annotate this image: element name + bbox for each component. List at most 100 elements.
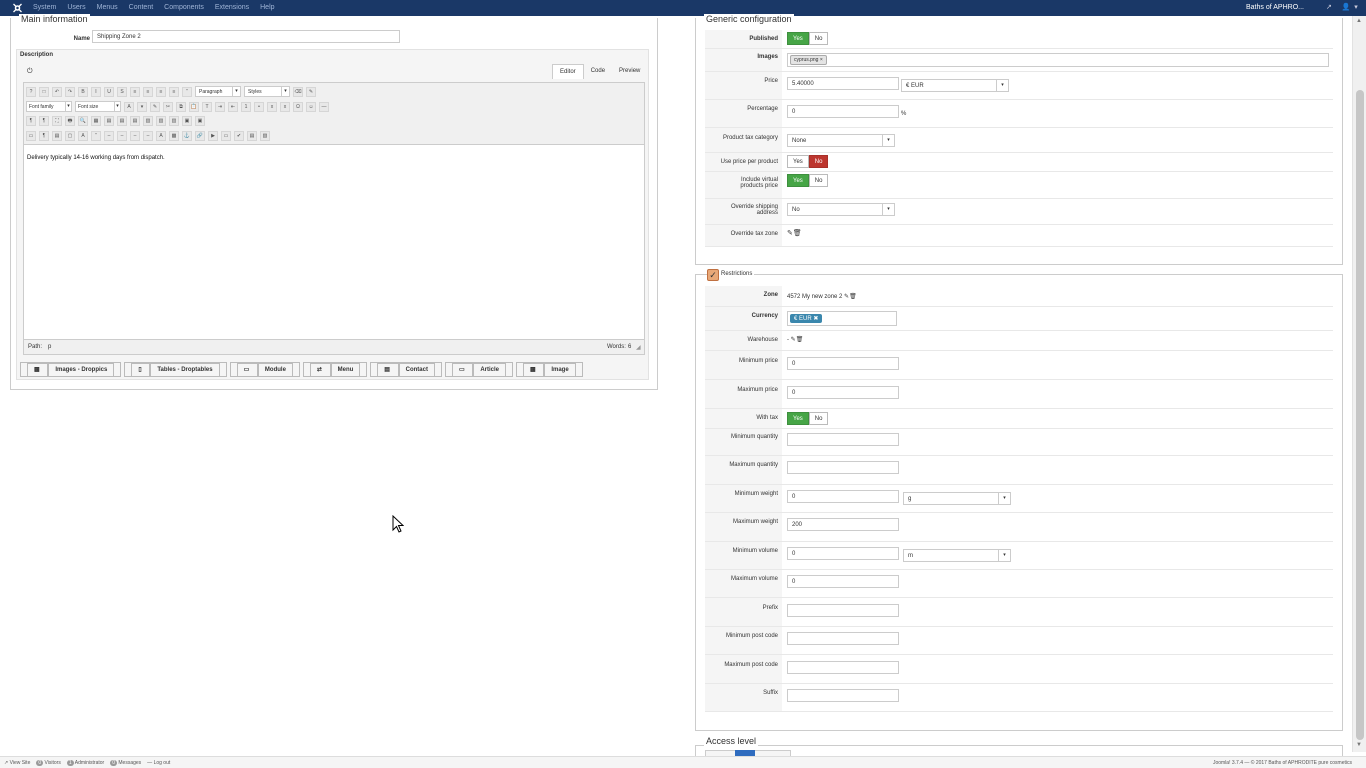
- view-site-link[interactable]: ↗ View Site: [4, 760, 30, 766]
- user-icon[interactable]: 👤: [1342, 4, 1351, 11]
- images-field[interactable]: [787, 53, 1329, 67]
- row-after-icon[interactable]: ▤: [117, 116, 127, 126]
- max-price-input[interactable]: 0: [787, 386, 899, 399]
- menu-help[interactable]: Help: [260, 4, 274, 11]
- bold-icon[interactable]: B: [78, 86, 88, 97]
- col-after-icon[interactable]: ▥: [156, 116, 166, 126]
- align-right-icon[interactable]: ≡: [169, 86, 179, 97]
- redo-icon[interactable]: ↷: [65, 86, 75, 97]
- resize-handle-icon[interactable]: ◢: [636, 344, 641, 351]
- copy-icon[interactable]: ⧉: [176, 101, 186, 112]
- media-icon[interactable]: ▶: [208, 131, 218, 141]
- preview-icon[interactable]: ▧: [260, 131, 270, 141]
- external-link-icon[interactable]: ↗: [1326, 4, 1332, 11]
- font-family-select[interactable]: Font family ▾: [26, 101, 72, 112]
- trash-icon[interactable]: 🗑: [849, 294, 857, 300]
- price-input[interactable]: 5.40000: [787, 77, 899, 90]
- use-price-yes-button[interactable]: Yes: [787, 155, 809, 168]
- bg-color-icon[interactable]: ▾: [137, 101, 147, 112]
- print-icon[interactable]: 🖶: [65, 116, 75, 126]
- image-icon[interactable]: ▩: [169, 131, 179, 141]
- highlight-icon[interactable]: ✎: [150, 101, 160, 112]
- path-value[interactable]: p: [48, 344, 51, 350]
- menu-system[interactable]: System: [33, 4, 56, 11]
- delete-row-icon[interactable]: ▤: [130, 116, 140, 126]
- italic-icon[interactable]: I: [91, 86, 101, 97]
- indent-icon[interactable]: ⇥: [215, 101, 225, 112]
- merge-cells-icon[interactable]: ▣: [182, 116, 192, 126]
- strike-icon[interactable]: S: [117, 86, 127, 97]
- fullscreen-icon[interactable]: ⛶: [52, 116, 62, 126]
- split-cells-icon[interactable]: ▣: [195, 116, 205, 126]
- ins-icon[interactable]: –: [143, 131, 153, 141]
- name-input[interactable]: Shipping Zone 2: [92, 30, 400, 43]
- table-icon[interactable]: ▦: [91, 116, 101, 126]
- max-qty-input[interactable]: [787, 461, 899, 474]
- scroll-up-arrow-icon[interactable]: ▲: [1356, 18, 1362, 24]
- abbr-icon[interactable]: –: [104, 131, 114, 141]
- menu-users[interactable]: Users: [67, 4, 85, 11]
- with-tax-no-button[interactable]: No: [808, 412, 829, 425]
- pagebreak-icon[interactable]: ▭: [221, 131, 231, 141]
- cut-icon[interactable]: ✂: [163, 101, 173, 112]
- override-address-select[interactable]: No ▾: [787, 203, 895, 216]
- published-yes-button[interactable]: Yes: [787, 32, 809, 45]
- spellcheck-icon[interactable]: ✔: [234, 131, 244, 141]
- max-weight-input[interactable]: 200: [787, 518, 899, 531]
- emoticon-icon[interactable]: ☺: [306, 101, 316, 112]
- max-post-input[interactable]: [787, 661, 899, 674]
- paste-text-icon[interactable]: T: [202, 101, 212, 112]
- text-color-icon[interactable]: A: [124, 101, 134, 112]
- undo-icon[interactable]: ↶: [52, 86, 62, 97]
- trash-icon[interactable]: 🗑: [793, 230, 802, 237]
- trash-icon[interactable]: 🗑: [796, 337, 804, 343]
- del-icon[interactable]: –: [130, 131, 140, 141]
- align-justify-icon[interactable]: ≡: [130, 86, 140, 97]
- anchor-icon[interactable]: ⚓: [182, 131, 192, 141]
- format-select[interactable]: Paragraph ▾: [195, 86, 241, 97]
- image-button[interactable]: ▩ Image: [516, 362, 583, 377]
- scrollbar-thumb[interactable]: [1356, 90, 1364, 740]
- editor-content[interactable]: Delivery typically 14-16 working days fr…: [27, 155, 165, 161]
- tab-preview[interactable]: Preview: [612, 64, 647, 79]
- power-icon[interactable]: ⏻: [27, 68, 33, 76]
- scroll-down-arrow-icon[interactable]: ▼: [1356, 742, 1362, 748]
- page-scrollbar[interactable]: ▲ ▼: [1352, 16, 1366, 752]
- search-replace-icon[interactable]: 🔍: [78, 116, 88, 126]
- tax-category-select[interactable]: None ▾: [787, 134, 895, 147]
- help-icon[interactable]: ?: [26, 86, 36, 97]
- published-no-button[interactable]: No: [808, 32, 829, 45]
- menu-menus[interactable]: Menus: [97, 4, 118, 11]
- logout-link[interactable]: — Log out: [147, 760, 170, 766]
- unordered-list-icon[interactable]: •: [254, 101, 264, 112]
- ordered-list-icon[interactable]: 1: [241, 101, 251, 112]
- min-qty-input[interactable]: [787, 433, 899, 446]
- menu-components[interactable]: Components: [164, 4, 204, 11]
- tables-droptables-button[interactable]: ▯ Tables - Droptables: [124, 362, 227, 377]
- contact-button[interactable]: ▤ Contact: [370, 362, 442, 377]
- volume-unit-select[interactable]: m ▾: [903, 549, 1011, 562]
- prefix-input[interactable]: [787, 604, 899, 617]
- price-currency-select[interactable]: € EUR ▾: [901, 79, 1009, 92]
- min-weight-input[interactable]: 0: [787, 490, 899, 503]
- align-left-icon[interactable]: ≡: [143, 86, 153, 97]
- include-virtual-no-button[interactable]: No: [808, 174, 829, 187]
- subscript-icon[interactable]: x: [267, 101, 277, 112]
- cleanup-icon[interactable]: ✎: [306, 86, 316, 97]
- attribs-icon[interactable]: A: [156, 131, 166, 141]
- font-size-select[interactable]: Font size ▾: [75, 101, 121, 112]
- menu-content[interactable]: Content: [129, 4, 154, 11]
- article-button[interactable]: ▭ Article: [444, 362, 513, 377]
- remove-tag-icon[interactable]: ✖: [813, 316, 818, 322]
- weight-unit-select[interactable]: g ▾: [903, 492, 1011, 505]
- menu-extensions[interactable]: Extensions: [215, 4, 249, 11]
- images-droppics-button[interactable]: ▩ Images - Droppics: [20, 362, 122, 377]
- new-doc-icon[interactable]: □: [39, 86, 49, 97]
- menu-button[interactable]: ⇄ Menu: [302, 362, 368, 377]
- tab-code[interactable]: Code: [584, 64, 612, 79]
- module-button[interactable]: ▭ Module: [229, 362, 300, 377]
- min-post-input[interactable]: [787, 632, 899, 645]
- tab-editor[interactable]: Editor: [552, 64, 584, 79]
- template-icon[interactable]: ▤: [52, 131, 62, 141]
- paste-icon[interactable]: 📋: [189, 101, 199, 112]
